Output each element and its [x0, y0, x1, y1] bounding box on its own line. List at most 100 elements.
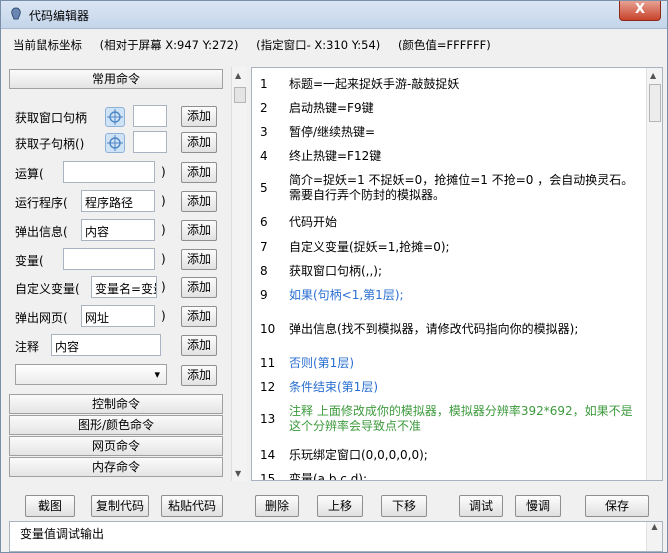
move-up-button[interactable]: 上移	[317, 495, 363, 517]
cmd-popup-info: 弹出信息( 内容 ) 添加	[15, 219, 225, 243]
close-paren: )	[161, 252, 166, 266]
move-down-button[interactable]: 下移	[381, 495, 427, 517]
code-editor-window: 代码编辑器 X 当前鼠标坐标 (相对于屏幕 X:947 Y:272) (指定窗口…	[0, 0, 668, 553]
command-panel-scrollbar[interactable]: ▲ ▼	[231, 67, 247, 481]
section-memory-commands[interactable]: 内存命令	[9, 457, 223, 477]
close-paren: )	[161, 280, 166, 294]
add-button[interactable]: 添加	[181, 306, 217, 327]
child-handle-field[interactable]	[133, 131, 167, 153]
debug-button[interactable]: 调试	[459, 495, 503, 517]
mouse-coordinate-bar: 当前鼠标坐标 (相对于屏幕 X:947 Y:272) (指定窗口- X:310 …	[13, 37, 505, 53]
add-button[interactable]: 添加	[181, 335, 217, 356]
code-editor-scrollbar[interactable]: ▲	[646, 68, 662, 480]
line-number: 10	[260, 322, 276, 336]
line-number: 1	[260, 77, 268, 91]
close-button[interactable]: X	[619, 1, 661, 21]
line-text: 条件结束(第1层)	[289, 380, 378, 394]
url-field[interactable]: 网址	[81, 305, 155, 327]
line-number: 9	[260, 288, 268, 302]
cmd-run-program: 运行程序( 程序路径 ) 添加	[15, 190, 225, 214]
line-text: 标题=一起来捉妖手游-敲鼓捉妖	[289, 77, 460, 91]
paste-code-button[interactable]: 粘贴代码	[161, 495, 223, 517]
slow-debug-button[interactable]: 慢调	[515, 495, 561, 517]
add-button[interactable]: 添加	[181, 220, 217, 241]
program-path-field[interactable]: 程序路径	[81, 190, 155, 212]
line-number: 13	[260, 412, 276, 426]
window-handle-field[interactable]	[133, 105, 167, 127]
popup-content-field[interactable]: 内容	[81, 219, 155, 241]
cmd-get-child-handle: 获取子句柄() 添加	[15, 131, 225, 155]
app-icon	[11, 7, 21, 20]
variable-field[interactable]	[63, 248, 155, 270]
crosshair-target-icon[interactable]	[105, 107, 125, 127]
line-number: 15	[260, 472, 276, 481]
cmd-label: 变量(	[15, 254, 44, 268]
command-dropdown[interactable]: ▾	[15, 364, 167, 385]
debug-output-area[interactable]: 变量值调试输出 ▲	[9, 521, 663, 552]
cmd-label: 注释	[15, 340, 40, 354]
add-button[interactable]: 添加	[181, 162, 217, 183]
line-number: 7	[260, 240, 268, 254]
window-title: 代码编辑器	[29, 9, 90, 23]
section-web-commands[interactable]: 网页命令	[9, 436, 223, 456]
line-number: 12	[260, 380, 276, 394]
line-text: 变量(a,b,c,d);	[289, 472, 368, 481]
add-button[interactable]: 添加	[181, 277, 217, 298]
title-bar[interactable]: 代码编辑器 X	[1, 1, 667, 29]
section-common-commands[interactable]: 常用命令	[9, 69, 223, 89]
code-editor[interactable]: 1 标题=一起来捉妖手游-敲鼓捉妖 2 启动热键=F9键 3 暂停/继续热键= …	[251, 67, 663, 481]
custom-variable-field[interactable]: 变量名=变量	[91, 276, 157, 298]
line-number: 5	[260, 181, 268, 195]
line-text: 注释 上面修改成你的模拟器，模拟器分辨率392*692，如果不是这个分辨率会导致…	[289, 404, 633, 433]
line-text: 否则(第1层)	[289, 356, 354, 370]
close-paren: )	[161, 165, 166, 179]
compute-field[interactable]	[63, 161, 155, 183]
copy-code-button[interactable]: 复制代码	[91, 495, 149, 517]
cmd-comment: 注释 内容 添加	[15, 334, 225, 358]
line-text: 终止热键=F12键	[289, 149, 382, 163]
cmd-label: 运算(	[15, 167, 44, 181]
color-value: (颜色值=FFFFFF)	[397, 38, 491, 52]
add-button[interactable]: 添加	[181, 249, 217, 270]
section-graphics-commands[interactable]: 图形/颜色命令	[9, 415, 223, 435]
delete-button[interactable]: 删除	[255, 495, 299, 517]
line-text: 简介=捉妖=1 不捉妖=0，抢摊位=1 不抢=0 ，会自动换灵石。需要自行弄个防…	[289, 173, 634, 202]
command-panel: 常用命令 获取窗口句柄 添加 获取子句柄() 添加 运算( ) 添加 运行程序(	[9, 67, 229, 487]
add-button[interactable]: 添加	[181, 132, 217, 153]
line-number: 8	[260, 264, 268, 278]
scroll-up-icon[interactable]: ▲	[650, 71, 656, 80]
line-text: 如果(句柄<1,第1层);	[289, 288, 404, 302]
comment-field[interactable]: 内容	[51, 334, 161, 356]
screenshot-button[interactable]: 截图	[25, 495, 75, 517]
scroll-up-icon[interactable]: ▲	[235, 71, 241, 80]
save-button[interactable]: 保存	[585, 495, 649, 517]
coord-label: 当前鼠标坐标	[13, 38, 82, 52]
line-number: 14	[260, 448, 276, 462]
close-paren: )	[161, 194, 166, 208]
cmd-custom-variable: 自定义变量( 变量名=变量 ) 添加	[15, 276, 225, 300]
scroll-down-icon[interactable]: ▼	[235, 469, 241, 478]
line-text: 自定义变量(捉妖=1,抢摊=0);	[289, 240, 450, 254]
add-button[interactable]: 添加	[181, 191, 217, 212]
window-coords: (指定窗口- X:310 Y:54)	[256, 38, 381, 52]
add-button[interactable]: 添加	[181, 106, 217, 127]
scroll-thumb[interactable]	[649, 84, 661, 122]
cmd-label: 弹出信息(	[15, 225, 68, 239]
line-text: 代码开始	[289, 215, 338, 229]
scroll-thumb[interactable]	[234, 87, 246, 103]
line-text: 获取窗口句柄(,,);	[289, 264, 383, 278]
output-scrollbar[interactable]: ▲	[646, 522, 662, 551]
cmd-label: 弹出网页(	[15, 311, 68, 325]
crosshair-target-icon[interactable]	[105, 133, 125, 153]
line-number: 6	[260, 215, 268, 229]
close-paren: )	[161, 223, 166, 237]
section-control-commands[interactable]: 控制命令	[9, 394, 223, 414]
add-button[interactable]: 添加	[181, 365, 217, 386]
line-number: 4	[260, 149, 268, 163]
output-label: 变量值调试输出	[20, 527, 105, 541]
cmd-label: 获取窗口句柄	[15, 111, 88, 125]
cmd-get-window-handle: 获取窗口句柄 添加	[15, 105, 225, 129]
chevron-down-icon: ▾	[154, 368, 160, 381]
cmd-compute: 运算( ) 添加	[15, 161, 225, 185]
cmd-dropdown-row: ▾ 添加	[15, 364, 225, 388]
